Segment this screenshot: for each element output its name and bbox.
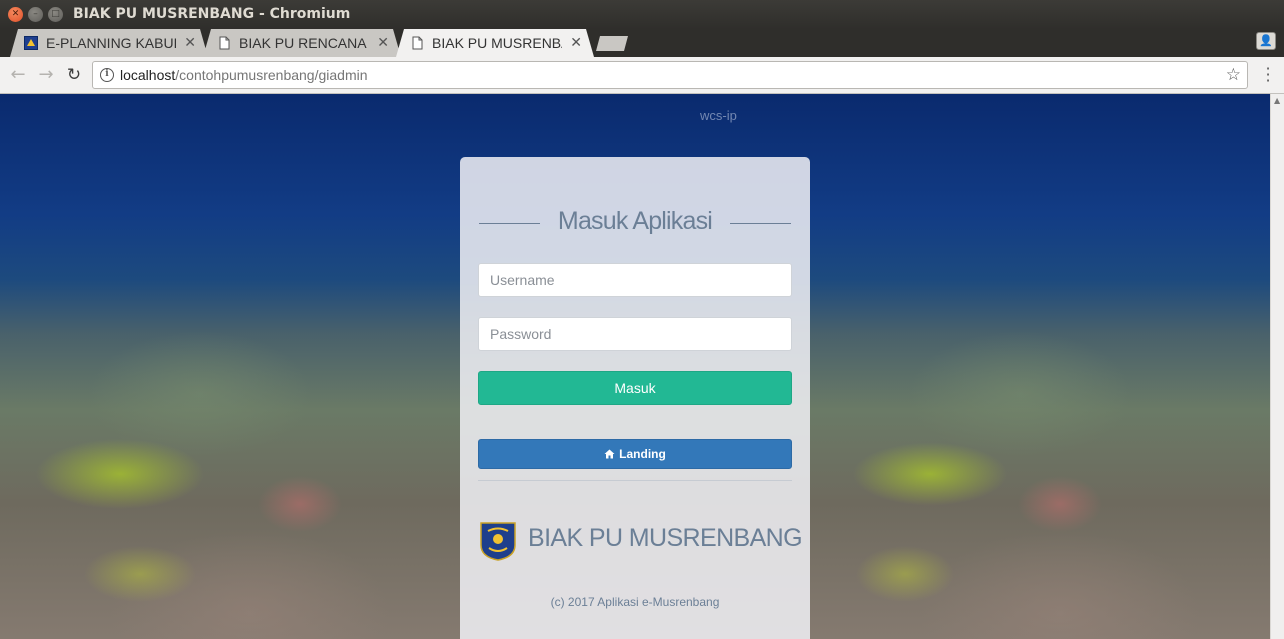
- landing-button[interactable]: Landing: [478, 439, 792, 469]
- tab-strip: E-PLANNING KABUPATEN ✕ BIAK PU RENCANA ✕…: [0, 29, 1284, 57]
- forward-arrow-icon[interactable]: →: [36, 65, 56, 85]
- url-text[interactable]: localhost/contohpumusrenbang/giadmin: [120, 67, 368, 83]
- tab-e-planning[interactable]: E-PLANNING KABUPATEN ✕: [10, 29, 208, 57]
- heading-rule: [730, 223, 791, 224]
- reload-icon[interactable]: ↻: [64, 65, 84, 85]
- tab-rencana[interactable]: BIAK PU RENCANA ✕: [203, 29, 401, 57]
- tab-title: BIAK PU RENCANA: [239, 35, 367, 51]
- profile-icon[interactable]: 👤: [1256, 32, 1276, 50]
- new-tab-button[interactable]: [596, 36, 628, 51]
- tab-musrenbang[interactable]: BIAK PU MUSRENBANG ✕: [396, 29, 594, 57]
- tab-close-icon[interactable]: ✕: [570, 34, 582, 51]
- brand-name: BIAK PU MUSRENBANG: [528, 524, 803, 552]
- logo-icon: [24, 36, 38, 50]
- login-panel: Masuk Aplikasi Masuk Landing BIAK PU MUS…: [460, 157, 810, 639]
- landing-label: Landing: [619, 447, 666, 461]
- browser-toolbar: ← → ↻ i localhost/contohpumusrenbang/gia…: [0, 57, 1284, 94]
- tab-title: BIAK PU MUSRENBANG: [432, 35, 562, 51]
- tab-title: E-PLANNING KABUPATEN: [46, 35, 174, 51]
- vertical-scrollbar[interactable]: ▲: [1270, 94, 1284, 639]
- tab-close-icon[interactable]: ✕: [184, 34, 196, 51]
- back-arrow-icon[interactable]: ←: [8, 65, 28, 85]
- window-minimize-icon[interactable]: –: [28, 7, 43, 22]
- emblem-logo-icon: [480, 522, 516, 561]
- divider: [478, 480, 792, 481]
- username-input[interactable]: [478, 263, 792, 297]
- address-bar[interactable]: i localhost/contohpumusrenbang/giadmin ☆: [92, 61, 1248, 89]
- scroll-up-arrow-icon[interactable]: ▲: [1274, 96, 1280, 105]
- home-icon: [604, 449, 615, 459]
- page-icon: [410, 36, 424, 50]
- window-titlebar: ✕ – □ BIAK PU MUSRENBANG - Chromium: [0, 0, 1284, 29]
- login-title: Masuk Aplikasi: [557, 207, 713, 235]
- bookmark-star-icon[interactable]: ☆: [1226, 65, 1241, 85]
- password-input[interactable]: [478, 317, 792, 351]
- window-close-icon[interactable]: ✕: [8, 7, 23, 22]
- login-button[interactable]: Masuk: [478, 371, 792, 405]
- window-maximize-icon[interactable]: □: [48, 7, 63, 22]
- menu-dots-icon[interactable]: · · ·: [1261, 61, 1275, 89]
- page-background: wcs-ip Masuk Aplikasi Masuk Landing BIAK…: [0, 94, 1270, 639]
- footer-copyright: (c) 2017 Aplikasi e-Musrenbang: [550, 595, 720, 609]
- info-icon[interactable]: i: [100, 68, 114, 82]
- watermark: wcs-ip: [700, 108, 737, 123]
- tab-close-icon[interactable]: ✕: [377, 34, 389, 51]
- page-icon: [217, 36, 231, 50]
- window-title: BIAK PU MUSRENBANG - Chromium: [73, 6, 351, 22]
